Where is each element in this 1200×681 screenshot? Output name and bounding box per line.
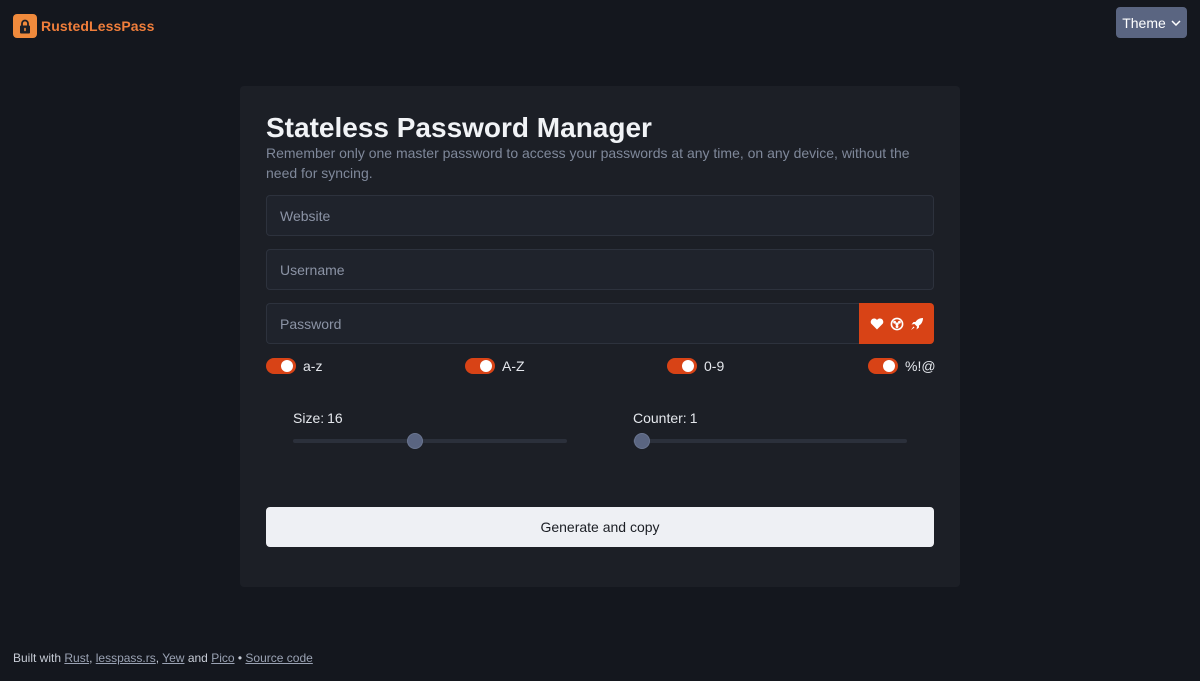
brand[interactable]: RustedLessPass [13,14,154,38]
password-card: Stateless Password Manager Remember only… [240,86,960,587]
lock-icon [13,14,37,38]
counter-slider-thumb[interactable] [634,433,650,449]
website-input[interactable] [266,195,934,236]
footer-link-yew[interactable]: Yew [162,651,184,665]
counter-label: Counter: 1 [633,410,698,426]
chevron-down-icon [1171,19,1181,26]
brand-name: RustedLessPass [41,18,155,34]
password-group [266,303,934,344]
size-slider-block: Size: 16 [293,410,567,449]
password-input[interactable] [266,303,860,344]
footer: Built with Rust, lesspass.rs, Yew and Pi… [13,651,313,665]
theme-label: Theme [1122,14,1166,31]
footer-link-lesspass[interactable]: lesspass.rs [96,651,156,665]
size-slider-track[interactable] [293,439,567,443]
page-subtitle: Remember only one master password to acc… [266,145,910,181]
counter-value: 1 [689,410,698,426]
switch[interactable] [868,358,898,374]
toggle-digits[interactable]: 0-9 [667,358,724,374]
toggle-label: 0-9 [704,358,725,374]
toggle-label: %!@ [905,358,936,374]
size-slider-thumb[interactable] [407,433,423,449]
toggle-label: a-z [303,358,323,374]
size-label: Size: 16 [293,410,343,426]
charset-toggles: a-z A-Z 0-9 %!@ [266,358,936,378]
toggle-symbols[interactable]: %!@ [868,358,936,374]
toggle-label: A-Z [502,358,525,374]
footer-link-pico[interactable]: Pico [211,651,234,665]
theme-button[interactable]: Theme [1116,7,1187,38]
page-title: Stateless Password Manager [266,112,652,143]
heart-icon [870,317,883,329]
counter-slider-block: Counter: 1 [633,410,907,449]
counter-slider-track[interactable] [633,439,907,443]
toggle-lowercase[interactable]: a-z [266,358,322,374]
biohazard-icon [890,317,903,330]
username-input[interactable] [266,249,934,290]
switch[interactable] [266,358,296,374]
switch[interactable] [667,358,697,374]
toggle-uppercase[interactable]: A-Z [465,358,525,374]
top-bar: RustedLessPass Theme [0,0,1200,50]
footer-link-source[interactable]: Source code [245,651,312,665]
generate-copy-button[interactable]: Generate and copy [266,507,934,547]
fingerprint-button[interactable] [859,303,934,344]
footer-link-rust[interactable]: Rust [64,651,89,665]
switch[interactable] [465,358,495,374]
size-value: 16 [327,410,343,426]
rocket-icon [910,317,923,330]
